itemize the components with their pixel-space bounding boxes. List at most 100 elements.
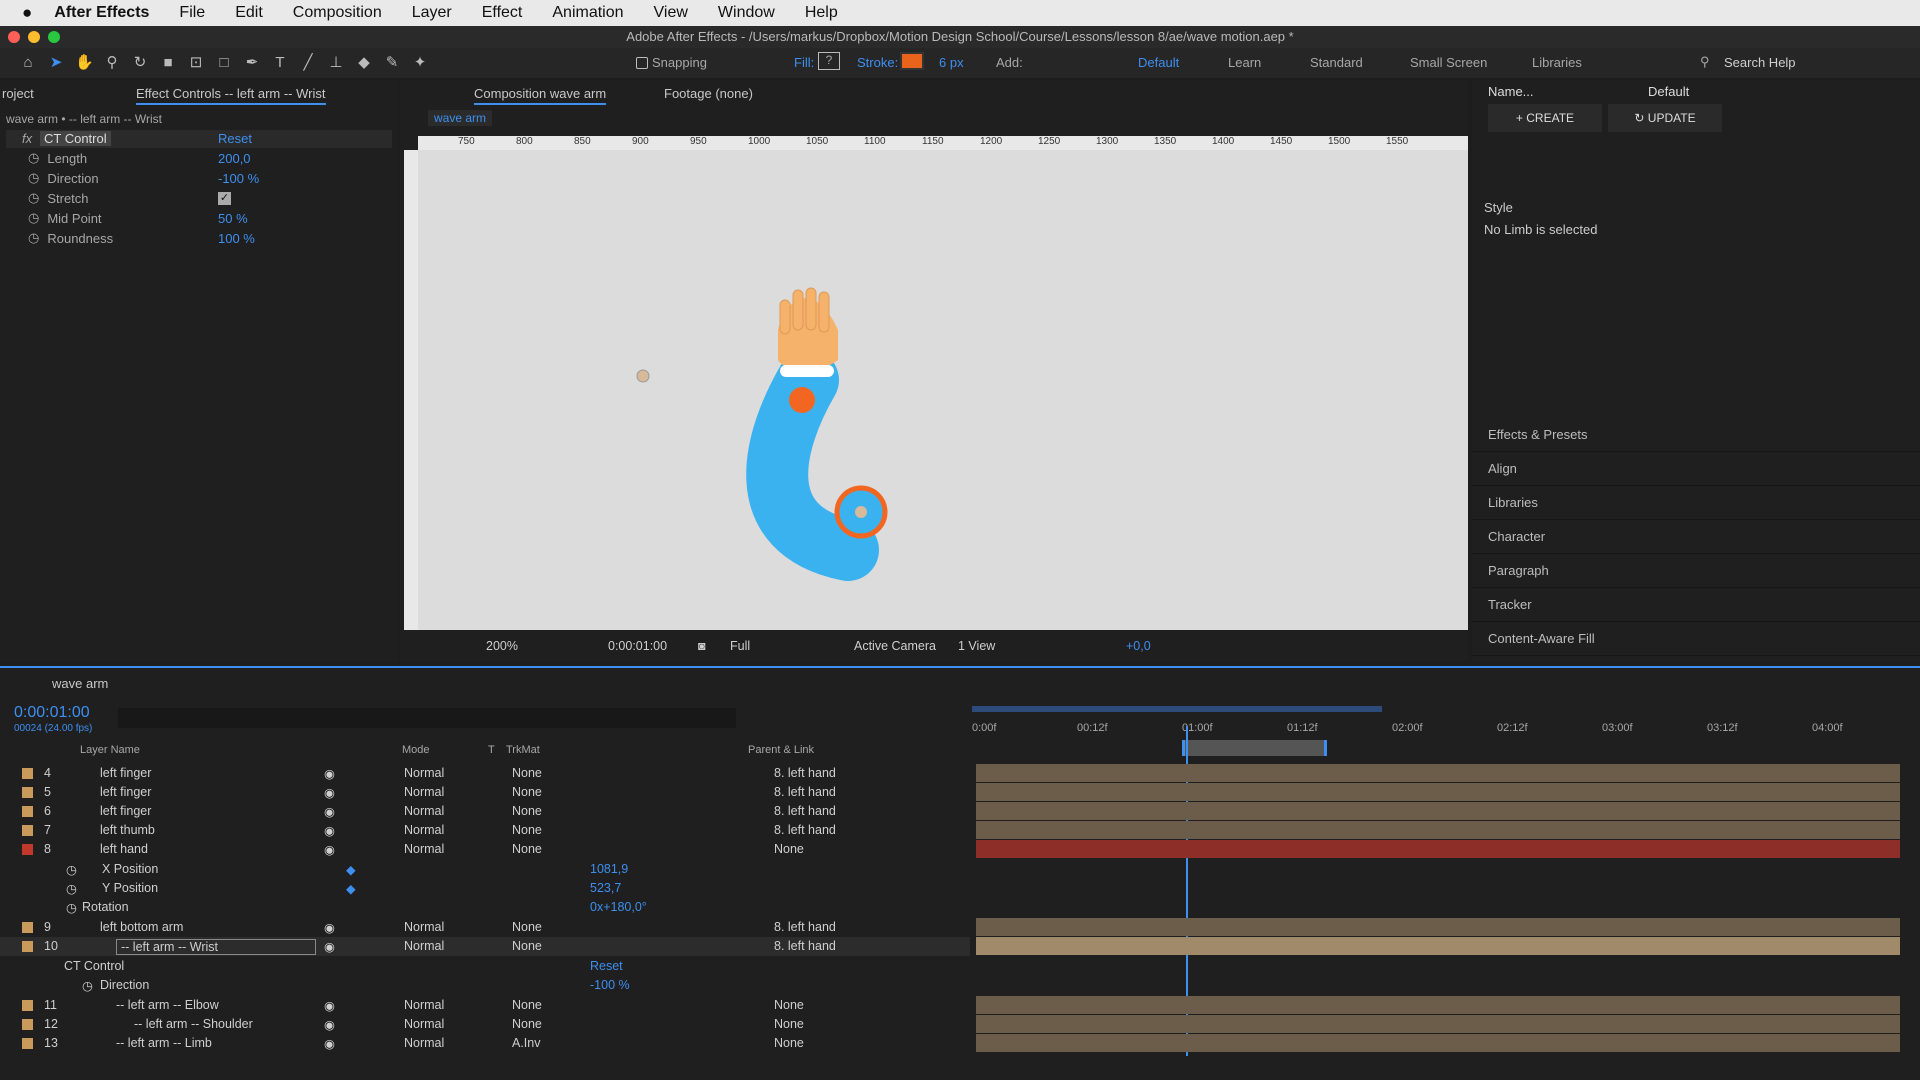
visibility-icon[interactable]: ◉ [324, 804, 335, 819]
effect-name[interactable]: CT Control [40, 131, 111, 146]
exposure-value[interactable]: +0,0 [1126, 639, 1151, 653]
search-help[interactable]: Search Help [1724, 55, 1796, 70]
name-field[interactable]: Name... [1488, 84, 1534, 99]
panel-tracker[interactable]: Tracker [1472, 588, 1920, 622]
null-point[interactable] [636, 369, 650, 383]
stopwatch-icon[interactable]: ◷ [66, 900, 77, 915]
stroke-swatch[interactable] [900, 52, 924, 70]
stopwatch-icon[interactable]: ◷ [28, 210, 39, 226]
apple-icon[interactable]: ● [22, 3, 32, 23]
stopwatch-icon[interactable]: ◷ [28, 230, 39, 246]
preset-select[interactable]: Default [1648, 84, 1689, 99]
type-tool-icon[interactable]: T [271, 54, 289, 72]
stopwatch-icon[interactable]: ◷ [82, 978, 93, 993]
app-menu[interactable]: After Effects [54, 4, 149, 22]
roto-brush-tool-icon[interactable]: ✎ [383, 54, 401, 72]
visibility-icon[interactable]: ◉ [324, 1017, 335, 1032]
project-tab[interactable]: roject [2, 86, 34, 101]
property-row[interactable]: ◷ X Position ◆ 1081,9 [0, 860, 970, 879]
eraser-tool-icon[interactable]: ◆ [355, 54, 373, 72]
visibility-icon[interactable]: ◉ [324, 920, 335, 935]
rectangle-tool-icon[interactable]: □ [215, 54, 233, 72]
viewer-time[interactable]: 0:00:01:00 [608, 639, 688, 653]
puppet-tool-icon[interactable]: ✦ [411, 54, 429, 72]
keyframe-icon[interactable]: ◆ [346, 862, 356, 877]
layer-track[interactable] [976, 1034, 1900, 1052]
zoom-tool-icon[interactable]: ⚲ [103, 54, 121, 72]
layer-track[interactable] [976, 1015, 1900, 1033]
resolution-select[interactable]: Full [730, 639, 810, 653]
pan-behind-tool-icon[interactable]: ⊡ [187, 54, 205, 72]
menu-window[interactable]: Window [718, 4, 775, 22]
stopwatch-icon[interactable]: ◷ [66, 881, 77, 896]
brush-tool-icon[interactable]: ╱ [299, 54, 317, 72]
workspace-learn[interactable]: Learn [1228, 55, 1261, 70]
visibility-icon[interactable]: ◉ [324, 998, 335, 1013]
layer-track-selected[interactable] [976, 937, 1900, 955]
composition-viewer[interactable] [418, 150, 1468, 630]
finger-2[interactable] [792, 289, 804, 331]
layer-track[interactable] [976, 840, 1900, 858]
menu-animation[interactable]: Animation [552, 4, 623, 22]
visibility-icon[interactable]: ◉ [324, 842, 335, 857]
camera-icon[interactable]: ◙ [698, 639, 706, 653]
finger-1[interactable] [779, 299, 791, 335]
clone-stamp-tool-icon[interactable]: ⊥ [327, 54, 345, 72]
search-icon[interactable]: ⚲ [1700, 54, 1710, 70]
maximize-window-button[interactable] [48, 31, 60, 43]
update-button[interactable]: ↻ UPDATE [1608, 104, 1722, 132]
effect-controls-tab[interactable]: Effect Controls -- left arm -- Wrist [136, 86, 326, 105]
workspace-libraries[interactable]: Libraries [1532, 55, 1582, 70]
stroke-width[interactable]: 6 px [939, 55, 964, 70]
rotate-tool-icon[interactable]: ↻ [131, 54, 149, 72]
stopwatch-icon[interactable]: ◷ [28, 190, 39, 206]
menu-file[interactable]: File [179, 4, 205, 22]
effect-reset-link[interactable]: Reset [218, 131, 252, 146]
fx-icon[interactable]: fx [22, 131, 32, 146]
composition-tab[interactable]: Composition wave arm [474, 86, 607, 105]
panel-content-aware-fill[interactable]: Content-Aware Fill [1472, 622, 1920, 656]
menu-help[interactable]: Help [805, 4, 838, 22]
keyframe-icon[interactable]: ◆ [346, 881, 356, 896]
timeline-tab[interactable]: wave arm [52, 676, 108, 691]
layer-row[interactable]: 13 -- left arm -- Limb ◉ Normal A.Inv No… [0, 1034, 970, 1053]
property-row[interactable]: ◷ Y Position ◆ 523,7 [0, 879, 970, 898]
layer-track[interactable] [976, 802, 1900, 820]
panel-paragraph[interactable]: Paragraph [1472, 554, 1920, 588]
menu-view[interactable]: View [654, 4, 688, 22]
finger-3[interactable] [805, 287, 817, 331]
fill-swatch[interactable]: ? [818, 52, 840, 70]
camera-view-select[interactable]: Active Camera [854, 639, 954, 653]
close-window-button[interactable] [8, 31, 20, 43]
create-button[interactable]: + CREATE [1488, 104, 1602, 132]
pen-tool-icon[interactable]: ✒ [243, 54, 261, 72]
panel-effects-presets[interactable]: Effects & Presets [1472, 418, 1920, 452]
zoom-level[interactable]: 200% [486, 639, 546, 653]
layer-track[interactable] [976, 764, 1900, 782]
stopwatch-icon[interactable]: ◷ [66, 862, 77, 877]
stretch-checkbox[interactable]: ✓ [218, 191, 231, 205]
layer-row[interactable]: 5 left finger ◉ Normal None 8. left hand [0, 783, 970, 802]
layer-row[interactable]: 12 -- left arm -- Shoulder ◉ Normal None… [0, 1015, 970, 1034]
add-label[interactable]: Add: [996, 55, 1023, 70]
footage-tab[interactable]: Footage (none) [664, 86, 753, 101]
panel-libraries[interactable]: Libraries [1472, 486, 1920, 520]
workspace-standard[interactable]: Standard [1310, 55, 1363, 70]
panel-align[interactable]: Align [1472, 452, 1920, 486]
visibility-icon[interactable]: ◉ [324, 766, 335, 781]
property-row[interactable]: ◷ Direction -100 % [0, 976, 970, 995]
stopwatch-icon[interactable]: ◷ [28, 170, 39, 186]
layer-row[interactable]: 9 left bottom arm ◉ Normal None 8. left … [0, 918, 970, 937]
minimize-window-button[interactable] [28, 31, 40, 43]
menu-layer[interactable]: Layer [412, 4, 452, 22]
property-row[interactable]: ◷ Rotation 0x+180,0° [0, 898, 970, 917]
effect-row[interactable]: CT Control Reset [0, 957, 970, 976]
comp-flow-tab[interactable]: wave arm [428, 110, 493, 126]
visibility-icon[interactable]: ◉ [324, 823, 335, 838]
layer-track[interactable] [976, 821, 1900, 839]
layer-track[interactable] [976, 783, 1900, 801]
work-area-bar[interactable] [1182, 740, 1327, 756]
layer-row[interactable]: 4 left finger ◉ Normal None 8. left hand [0, 764, 970, 783]
layer-track[interactable] [976, 918, 1900, 936]
visibility-icon[interactable]: ◉ [324, 1036, 335, 1051]
